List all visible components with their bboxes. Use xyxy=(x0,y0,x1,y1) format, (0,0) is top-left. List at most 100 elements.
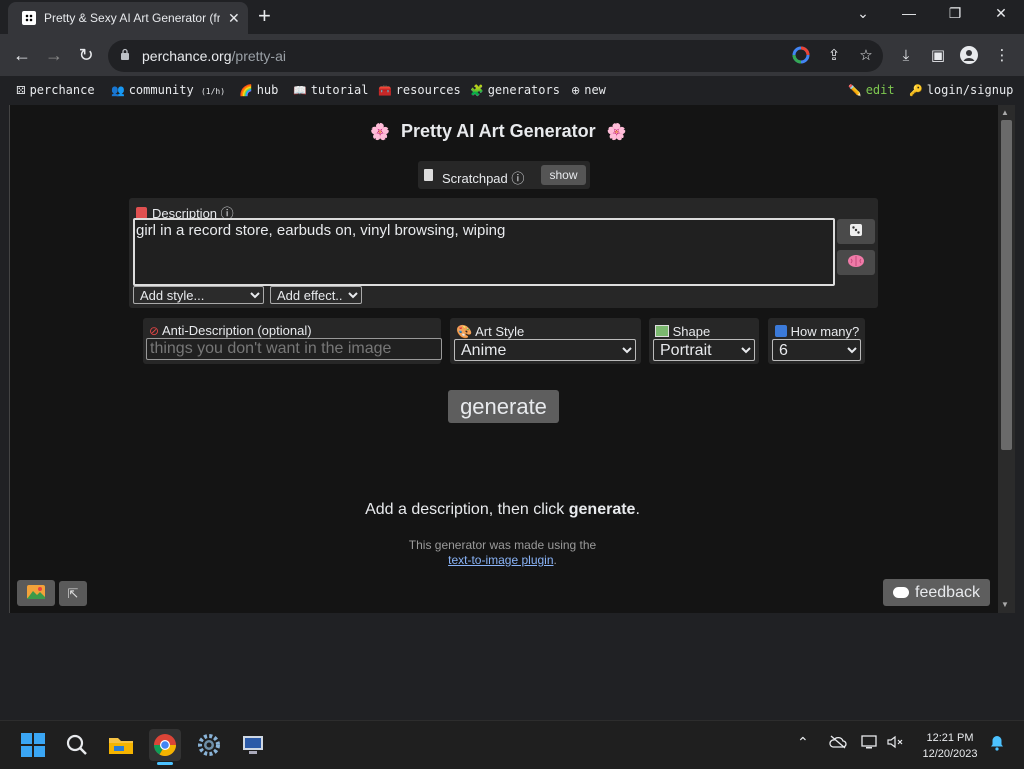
ai-suggest-button[interactable] xyxy=(837,250,875,275)
instruction-text: Add a description, then click generate. xyxy=(0,501,1005,519)
perchance-nav: ⚄ perchance 👥 community (1/h) 🌈 hub 📖 tutori… xyxy=(0,76,1024,104)
menu-kebab-icon[interactable]: ⋮ xyxy=(992,46,1012,66)
lock-icon[interactable] xyxy=(120,48,130,60)
profile-icon[interactable] xyxy=(959,46,979,66)
windows-logo-icon xyxy=(21,733,45,757)
info-icon[interactable]: ⓘ xyxy=(511,171,524,186)
art-style-select[interactable]: Anime xyxy=(454,339,636,361)
start-button[interactable] xyxy=(17,729,49,761)
shape-select[interactable]: Portrait xyxy=(653,339,755,361)
generate-button[interactable]: generate xyxy=(448,390,559,423)
bookmark-star-icon[interactable]: ☆ xyxy=(856,46,876,66)
nav-community[interactable]: 👥 community (1/h) xyxy=(111,83,225,97)
system-clock[interactable]: 12:21 PM 12/20/2023 xyxy=(912,730,988,762)
add-style-select[interactable]: Add style... xyxy=(133,286,264,304)
palette-icon: 🎨 xyxy=(456,324,473,339)
nav-tutorial-label: tutorial xyxy=(310,83,369,97)
nav-new[interactable]: ⊕ new xyxy=(571,83,606,97)
scratchpad-show-button[interactable]: show xyxy=(541,165,586,185)
nav-hub[interactable]: 🌈 hub xyxy=(239,83,278,97)
volume-muted-icon[interactable] xyxy=(887,735,905,754)
google-lens-icon[interactable] xyxy=(791,46,811,66)
close-window-button[interactable]: ✕ xyxy=(991,5,1011,22)
puzzle-icon: 🧩 xyxy=(470,84,484,97)
side-panel-icon[interactable]: ▣ xyxy=(928,46,948,66)
monitor-icon xyxy=(243,736,263,754)
brain-icon xyxy=(848,255,864,267)
tab-title: Pretty & Sexy AI Art Generator (fr xyxy=(44,11,220,25)
reload-button[interactable]: ↻ xyxy=(74,44,98,66)
back-button[interactable]: ← xyxy=(10,44,34,66)
scroll-up-icon[interactable]: ▲ xyxy=(1001,108,1009,117)
plugin-link-line: text-to-image plugin. xyxy=(0,553,1005,567)
network-icon[interactable] xyxy=(861,735,879,754)
nav-resources[interactable]: 🧰 resources xyxy=(378,83,461,97)
plugin-link[interactable]: text-to-image plugin xyxy=(448,553,553,567)
onedrive-offline-icon[interactable] xyxy=(829,735,847,754)
nav-community-label: community xyxy=(128,83,194,97)
file-explorer-button[interactable] xyxy=(105,729,137,761)
clock-time: 12:21 PM xyxy=(926,732,974,744)
art-style-label-text: Art Style xyxy=(475,324,525,339)
address-bar[interactable]: perchance.org/pretty-ai xyxy=(108,40,883,72)
numbers-icon xyxy=(775,325,787,337)
scratchpad-bar: Scratchpad ⓘ show xyxy=(418,161,590,189)
page-title-text: Pretty AI Art Generator xyxy=(400,121,596,141)
forward-button[interactable]: → xyxy=(42,44,66,66)
instruction-prefix: Add a description, then click xyxy=(365,501,569,518)
nav-hub-label: hub xyxy=(256,83,279,97)
art-style-label: 🎨 Art Style xyxy=(456,324,524,340)
speech-bubble-icon xyxy=(893,586,910,598)
clock-date: 12/20/2023 xyxy=(922,748,978,760)
url-path: /pretty-ai xyxy=(231,48,286,64)
scrollbar-thumb[interactable] xyxy=(1001,120,1012,450)
made-by-text: This generator was made using the xyxy=(408,538,597,552)
nav-login[interactable]: 🔑 login/signup xyxy=(909,83,1013,97)
anti-description-label: ⊘ Anti-Description (optional) xyxy=(149,323,312,338)
search-button[interactable] xyxy=(61,729,93,761)
settings-taskbar-button[interactable] xyxy=(193,729,225,761)
share-icon[interactable]: ⇪ xyxy=(824,46,844,66)
nav-perchance[interactable]: ⚄ perchance xyxy=(16,83,95,97)
nav-login-label: login/signup xyxy=(926,83,1014,97)
tray-overflow-icon[interactable]: ⌃ xyxy=(797,734,809,751)
url-text: perchance.org/pretty-ai xyxy=(142,48,286,64)
notification-bell-icon[interactable] xyxy=(989,735,1005,756)
randomize-button[interactable] xyxy=(837,219,875,244)
how-many-select[interactable]: 6 xyxy=(772,339,861,361)
gallery-button[interactable] xyxy=(17,580,55,606)
nav-edit[interactable]: ✏️ edit xyxy=(848,83,895,97)
tab-close-icon[interactable]: ✕ xyxy=(228,10,240,27)
users-icon: 👥 xyxy=(111,84,125,97)
tab-search-dropdown-icon[interactable]: ⌄ xyxy=(853,5,873,22)
nav-tutorial[interactable]: 📖 tutorial xyxy=(293,83,369,97)
instruction-bold: generate xyxy=(568,501,636,518)
minimize-button[interactable]: — xyxy=(899,5,919,21)
scratchpad-label-text: Scratchpad xyxy=(442,171,508,186)
search-icon xyxy=(66,734,87,755)
description-input[interactable] xyxy=(133,218,835,286)
active-app-indicator xyxy=(157,762,173,765)
feedback-label: feedback xyxy=(915,583,980,601)
download-icon[interactable]: ⤓ xyxy=(896,46,916,66)
new-tab-button[interactable]: + xyxy=(258,5,271,27)
chrome-taskbar-button[interactable] xyxy=(149,729,181,761)
browser-tab-active[interactable]: Pretty & Sexy AI Art Generator (fr ✕ xyxy=(8,2,248,34)
nav-generators[interactable]: 🧩 generators xyxy=(470,83,560,97)
gear-icon xyxy=(198,734,220,756)
how-many-label-text: How many? xyxy=(790,324,860,339)
dice-icon: ⚄ xyxy=(16,84,26,97)
page-title: 🌸 Pretty AI Art Generator 🌸 xyxy=(370,121,627,142)
nav-new-label: new xyxy=(584,83,606,97)
url-host: perchance.org xyxy=(142,48,232,64)
feedback-button[interactable]: feedback xyxy=(883,579,990,606)
add-effect-select[interactable]: Add effect... xyxy=(270,286,362,304)
expand-button[interactable]: ⇱ xyxy=(59,581,87,606)
remote-desktop-taskbar-button[interactable] xyxy=(237,729,269,761)
image-frame-icon xyxy=(655,325,669,337)
nav-edit-label: edit xyxy=(865,83,895,97)
anti-description-input[interactable] xyxy=(146,338,442,360)
scroll-down-icon[interactable]: ▼ xyxy=(1001,600,1009,609)
dice-icon xyxy=(850,224,862,236)
restore-button[interactable]: ❐ xyxy=(945,5,965,22)
